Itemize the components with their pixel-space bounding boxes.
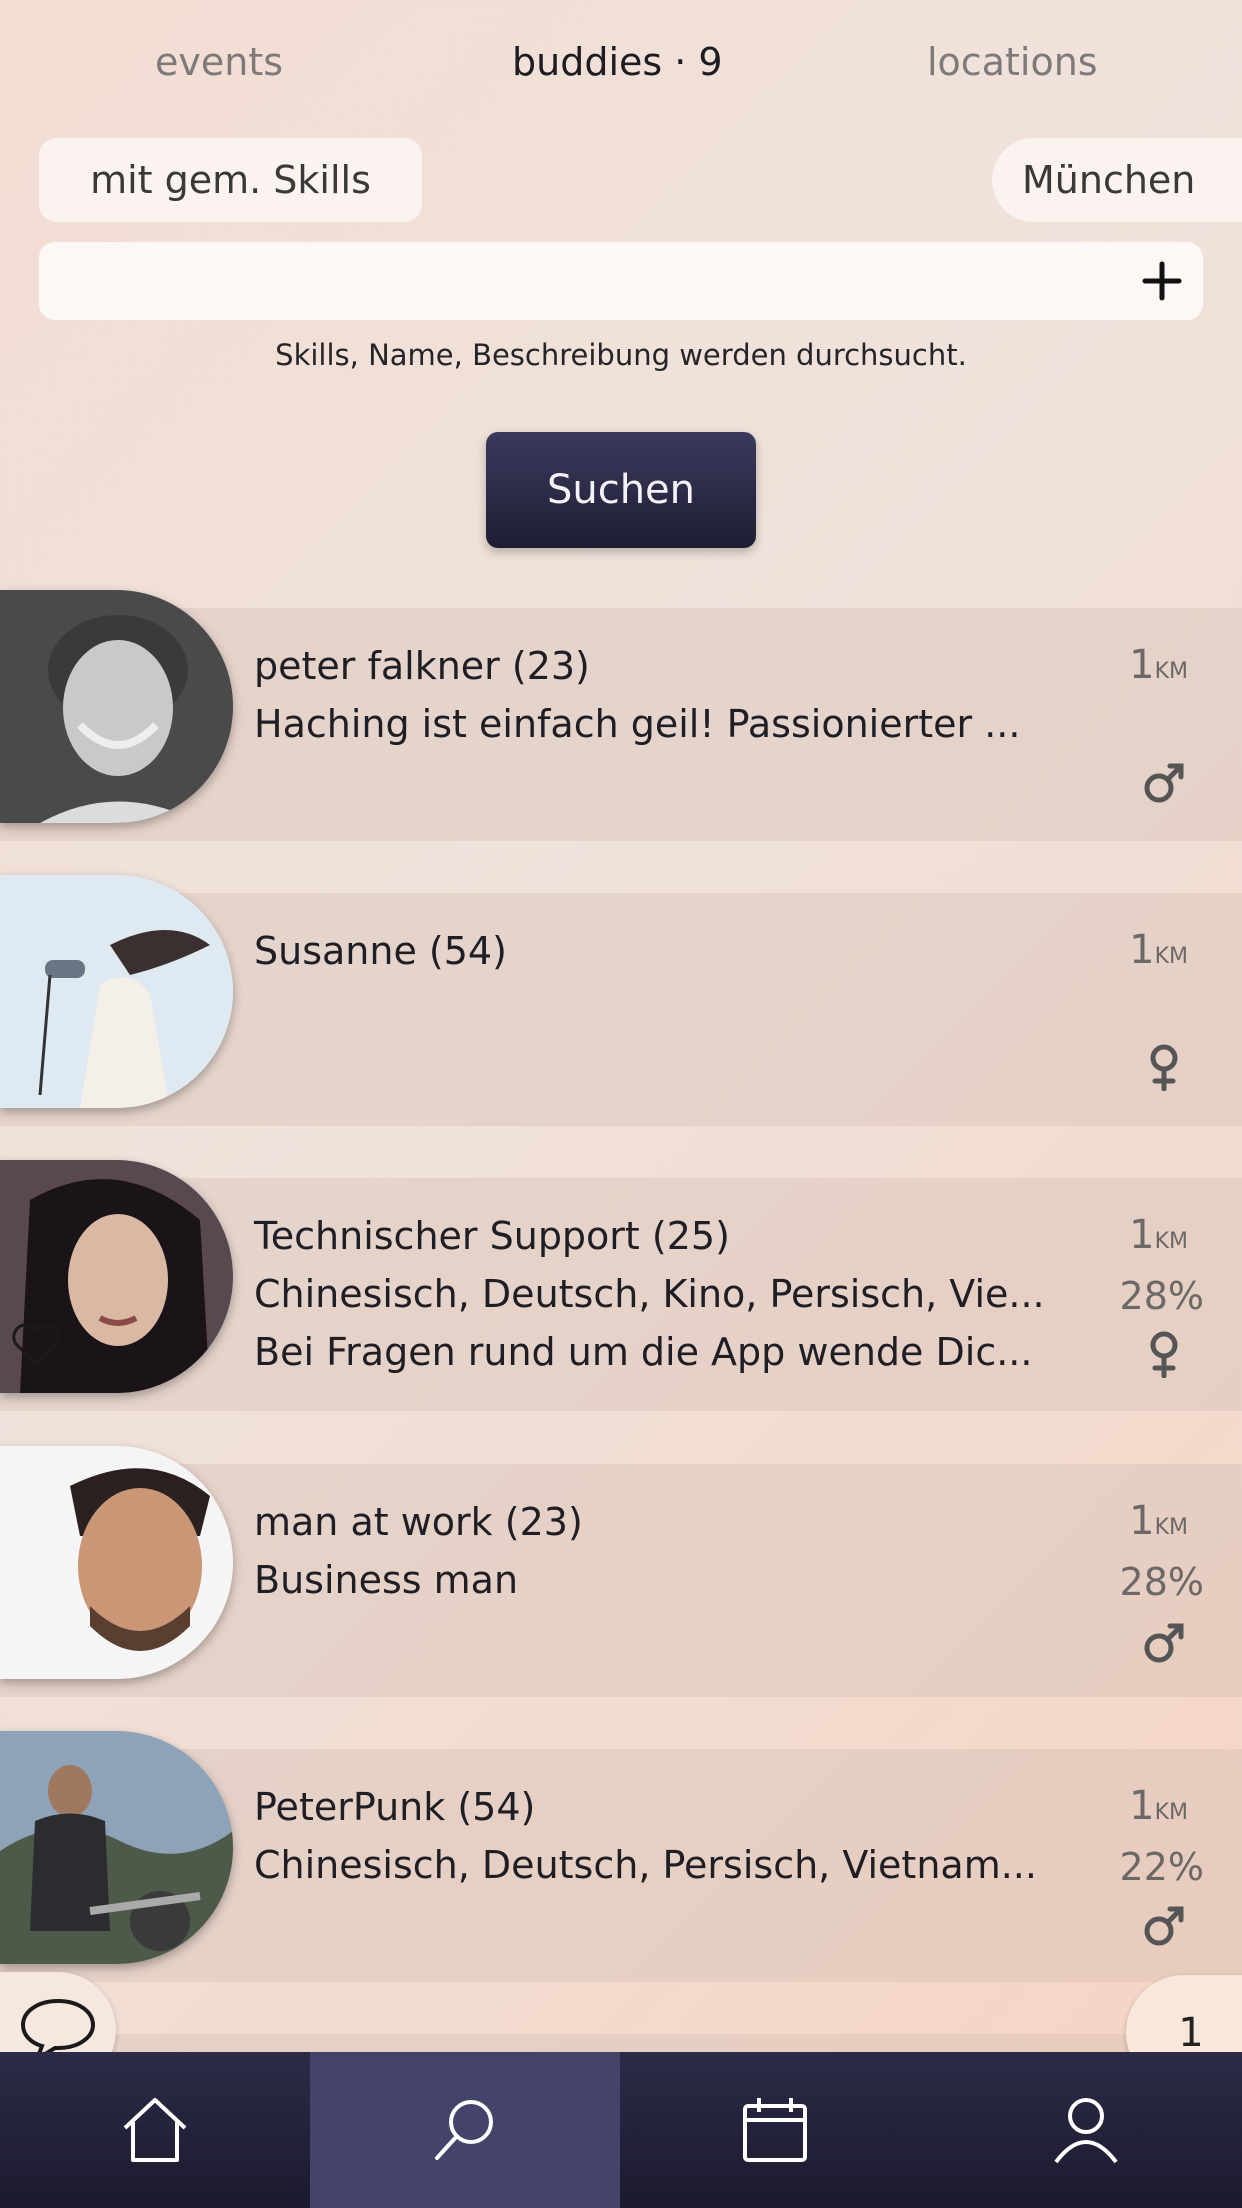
male-icon <box>1144 1906 1184 1946</box>
search-input[interactable] <box>39 242 1203 320</box>
home-icon <box>123 2098 187 2162</box>
buddy-row[interactable]: PeterPunk (54) Chinesisch, Deutsch, Pers… <box>0 1731 1242 1982</box>
tab-events[interactable]: events <box>155 40 283 84</box>
distance: 1KM <box>1129 1498 1188 1544</box>
nav-profile[interactable] <box>930 2052 1242 2208</box>
nav-home[interactable] <box>0 2052 310 2208</box>
tab-buddies[interactable]: buddies · 9 <box>512 40 723 84</box>
buddy-row[interactable]: Technischer Support (25) Chinesisch, Deu… <box>0 1160 1242 1411</box>
nav-search[interactable] <box>310 2052 620 2208</box>
buddy-name: Technischer Support (25) <box>254 1214 730 1258</box>
search-icon <box>435 2100 493 2160</box>
buddy-name: peter falkner (23) <box>254 644 590 688</box>
top-tabs: events buddies · 9 locations <box>0 40 1242 100</box>
bottom-nav <box>0 2052 1242 2208</box>
buddy-name: PeterPunk (54) <box>254 1785 536 1829</box>
female-icon <box>1150 1044 1178 1091</box>
male-icon <box>1144 763 1184 803</box>
buddy-row[interactable]: man at work (23) Business man 1KM 28% <box>0 1446 1242 1697</box>
male-icon <box>1144 1623 1184 1663</box>
avatar[interactable] <box>0 1731 233 1964</box>
buddy-name: man at work (23) <box>254 1500 583 1544</box>
distance: 1KM <box>1129 1783 1188 1829</box>
skills-filter-button[interactable]: mit gem. Skills <box>39 138 422 222</box>
avatar[interactable] <box>0 1160 233 1393</box>
match-percent: 28% <box>1119 1560 1204 1604</box>
match-percent: 22% <box>1119 1845 1204 1889</box>
buddy-description: Bei Fragen rund um die App wende Dic... <box>254 1330 1033 1374</box>
female-icon <box>1150 1331 1178 1378</box>
search-hint: Skills, Name, Beschreibung werden durchs… <box>275 338 967 372</box>
user-icon <box>1054 2098 1118 2164</box>
buddy-row[interactable]: Susanne (54) 1KM <box>0 875 1242 1126</box>
buddy-name: Susanne (54) <box>254 929 507 973</box>
distance: 1KM <box>1129 927 1188 973</box>
avatar[interactable] <box>0 875 233 1108</box>
distance: 1KM <box>1129 642 1188 688</box>
buddy-skills: Chinesisch, Deutsch, Kino, Persisch, Vie… <box>254 1272 1045 1316</box>
match-percent: 28% <box>1119 1274 1204 1318</box>
distance: 1KM <box>1129 1212 1188 1258</box>
heart-icon[interactable] <box>8 1318 64 1370</box>
buddy-skills: Chinesisch, Deutsch, Persisch, Vietnam..… <box>254 1843 1037 1887</box>
nav-calendar[interactable] <box>620 2052 930 2208</box>
buddy-row[interactable]: peter falkner (23) Haching ist einfach g… <box>0 590 1242 841</box>
search-button[interactable]: Suchen <box>486 432 756 548</box>
avatar[interactable] <box>0 1446 233 1679</box>
plus-icon[interactable] <box>1137 256 1187 306</box>
buddy-description: Haching ist einfach geil! Passionierter … <box>254 702 1021 746</box>
avatar[interactable] <box>0 590 233 823</box>
city-filter-button[interactable]: München <box>992 138 1242 222</box>
buddy-description: Business man <box>254 1558 519 1602</box>
tab-locations[interactable]: locations <box>927 40 1098 84</box>
calendar-icon <box>743 2098 807 2162</box>
